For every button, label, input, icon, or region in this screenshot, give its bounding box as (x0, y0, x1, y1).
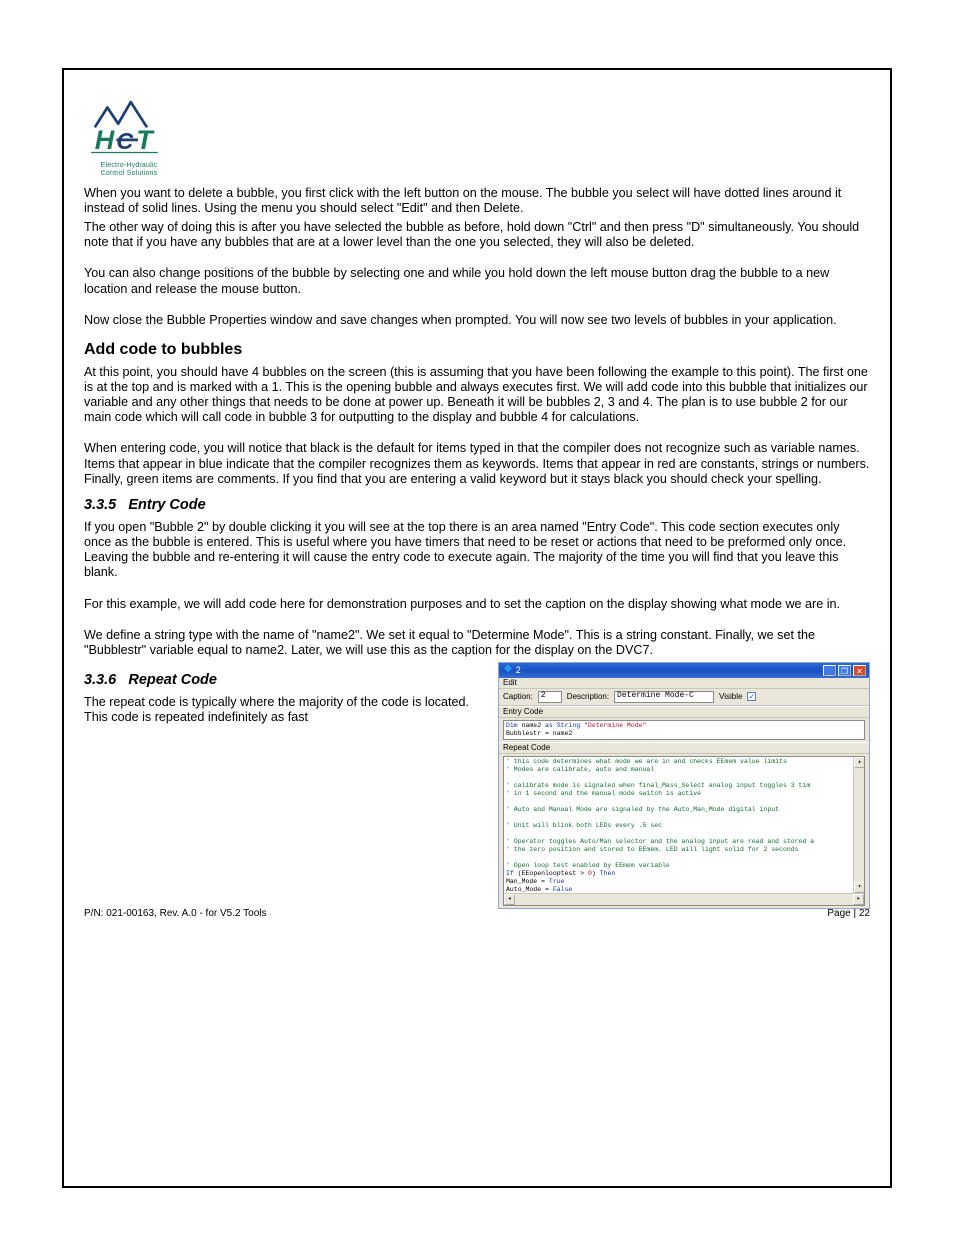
description-field[interactable]: Determine Mode-C (614, 691, 714, 703)
sec1-p2: When entering code, you will notice that… (84, 441, 870, 486)
scroll-down-icon[interactable]: ▾ (854, 882, 865, 893)
company-logo: H C T Electro-Hydraulic Control Solution… (84, 82, 174, 178)
sec3-p: The repeat code is typically where the m… (84, 695, 484, 725)
visible-checkbox[interactable]: ✓ (747, 692, 756, 701)
intro-p3: You can also change positions of the bub… (84, 266, 870, 296)
repeat-code-label: Repeat Code (499, 742, 869, 754)
vertical-scrollbar[interactable]: ▴ ▾ (853, 757, 864, 893)
maximize-button[interactable]: ❐ (838, 665, 851, 676)
page-content: H C T Electro-Hydraulic Control Solution… (62, 68, 892, 933)
svg-text:H: H (95, 125, 115, 155)
horizontal-scrollbar[interactable]: ◂ ▸ (504, 893, 864, 905)
svg-text:T: T (136, 125, 155, 155)
body-text: When you want to delete a bubble, you fi… (84, 186, 870, 909)
caption-label: Caption: (503, 693, 533, 701)
caption-field[interactable]: 2 (538, 691, 562, 703)
footer-left: P/N: 021-00163, Rev. A.0 - for V5.2 Tool… (84, 908, 267, 919)
sec1-p1: At this point, you should have 4 bubbles… (84, 365, 870, 425)
intro-p4: Now close the Bubble Properties window a… (84, 313, 870, 328)
sec2-p3: We define a string type with the name of… (84, 628, 870, 658)
heading-add-code: Add code to bubbles (84, 340, 870, 359)
logo-text-2: Control Solutions (101, 170, 158, 177)
scroll-left-icon[interactable]: ◂ (504, 894, 515, 905)
bubble-properties-window: 🔷 2 _ ❐ ✕ Edit Caption: 2 Description: (498, 662, 870, 909)
footer-right: Page | 22 (827, 908, 870, 919)
scroll-right-icon[interactable]: ▸ (853, 894, 864, 905)
logo-text-1: Electro-Hydraulic (101, 162, 158, 169)
intro-p1: When you want to delete a bubble, you fi… (84, 186, 870, 216)
description-label: Description: (567, 693, 609, 701)
heading-repeat-code: 3.3.6 Repeat Code (84, 672, 484, 689)
sec2-p2: For this example, we will add code here … (84, 597, 870, 612)
entry-code-area[interactable]: Dim name2 as String "Determine Mode" Bub… (503, 720, 865, 740)
window-title: 2 (516, 666, 823, 674)
entry-code-label: Entry Code (499, 706, 869, 718)
repeat-code-area[interactable]: ' this code determines what mode we are … (503, 756, 865, 906)
intro-p2: The other way of doing this is after you… (84, 220, 870, 250)
scroll-up-icon[interactable]: ▴ (854, 757, 865, 768)
visible-label: Visible (719, 693, 742, 701)
page-footer: P/N: 021-00163, Rev. A.0 - for V5.2 Tool… (84, 908, 870, 919)
app-icon: 🔷 (504, 666, 513, 674)
menu-edit[interactable]: Edit (499, 678, 869, 689)
close-button[interactable]: ✕ (853, 665, 866, 676)
sec2-p1: If you open "Bubble 2" by double clickin… (84, 520, 870, 580)
heading-entry-code: 3.3.5 Entry Code (84, 497, 870, 514)
window-titlebar[interactable]: 🔷 2 _ ❐ ✕ (499, 663, 869, 678)
minimize-button[interactable]: _ (823, 665, 836, 676)
